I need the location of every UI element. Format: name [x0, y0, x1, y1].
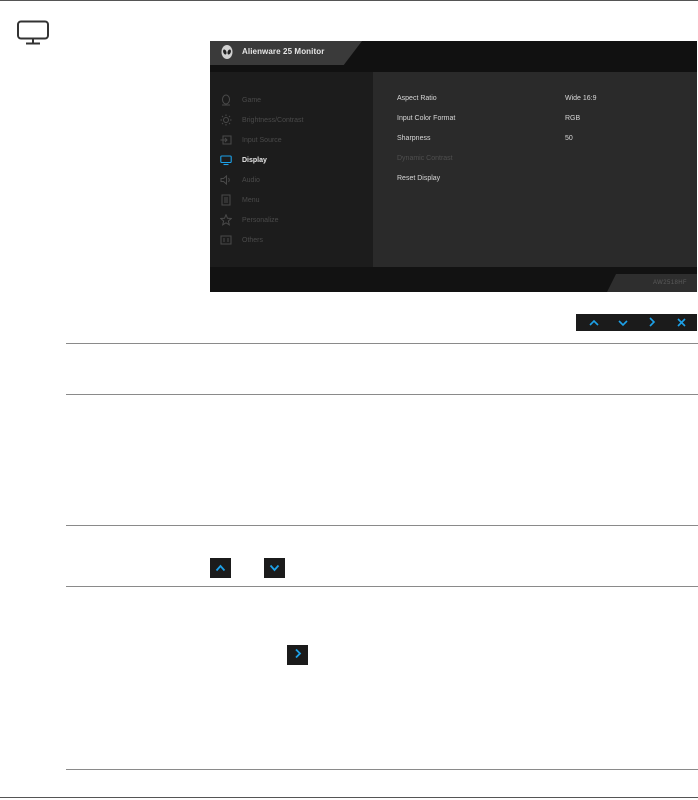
menu-item-label: Menu — [242, 196, 260, 204]
osd-nav-buttons — [576, 314, 697, 331]
right-arrow-icon — [294, 646, 302, 664]
up-arrow-icon — [215, 559, 226, 577]
up-button[interactable] — [580, 314, 608, 331]
brightness-icon — [220, 114, 232, 126]
menu-item-display[interactable]: Display — [220, 153, 370, 167]
menu-item-audio[interactable]: Audio — [220, 173, 370, 187]
table-divider — [66, 586, 698, 587]
input-source-icon — [220, 134, 232, 146]
menu-item-label: Game — [242, 96, 262, 104]
alienware-logo-icon — [221, 45, 233, 61]
menu-item-personalize[interactable]: Personalize — [220, 213, 370, 227]
menu-item-game[interactable]: Game — [220, 93, 370, 107]
option-input-color-format[interactable]: Input Color Format — [397, 115, 455, 122]
option-aspect-ratio-value: Wide 16:9 — [565, 95, 597, 102]
others-icon — [220, 234, 232, 246]
model-name: AW2518HF — [653, 280, 687, 286]
table-divider — [66, 394, 698, 395]
top-divider — [0, 0, 698, 1]
menu-item-label: Others — [242, 236, 264, 244]
option-input-color-format-value: RGB — [565, 115, 581, 122]
right-key-button[interactable] — [287, 645, 308, 665]
option-reset-display[interactable]: Reset Display — [397, 175, 440, 182]
close-button[interactable] — [667, 314, 695, 331]
osd-menu: Alienware 25 Monitor Game Brightness/Con… — [210, 41, 697, 292]
up-arrow-icon — [589, 314, 599, 332]
right-arrow-icon — [648, 314, 656, 332]
osd-title: Alienware 25 Monitor — [242, 47, 325, 56]
option-sharpness-value: 50 — [565, 135, 573, 142]
monitor-icon — [16, 20, 50, 46]
menu-item-label: Audio — [242, 176, 260, 184]
menu-item-label: Input Source — [242, 136, 282, 144]
display-icon — [220, 154, 232, 166]
down-key-button[interactable] — [264, 558, 285, 578]
option-aspect-ratio[interactable]: Aspect Ratio — [397, 95, 437, 102]
right-button[interactable] — [638, 314, 666, 331]
table-divider — [66, 343, 698, 344]
menu-item-label: Brightness/Contrast — [242, 116, 304, 124]
option-sharpness[interactable]: Sharpness — [397, 135, 430, 142]
menu-item-brightness-contrast[interactable]: Brightness/Contrast — [220, 113, 370, 127]
menu-item-others[interactable]: Others — [220, 233, 370, 247]
down-button[interactable] — [609, 314, 637, 331]
menu-item-label: Personalize — [242, 216, 279, 224]
game-icon — [220, 94, 232, 106]
up-key-button[interactable] — [210, 558, 231, 578]
menu-item-menu[interactable]: Menu — [220, 193, 370, 207]
down-arrow-icon — [618, 314, 628, 332]
close-icon — [676, 314, 686, 332]
bottom-divider — [0, 797, 698, 798]
personalize-icon — [220, 214, 232, 226]
audio-icon — [220, 174, 232, 186]
menu-item-label: Display — [242, 156, 267, 164]
menu-icon — [220, 194, 232, 206]
down-arrow-icon — [269, 559, 280, 577]
option-dynamic-contrast: Dynamic Contrast — [397, 155, 453, 162]
menu-item-input-source[interactable]: Input Source — [220, 133, 370, 147]
table-divider — [66, 769, 698, 770]
table-divider — [66, 525, 698, 526]
